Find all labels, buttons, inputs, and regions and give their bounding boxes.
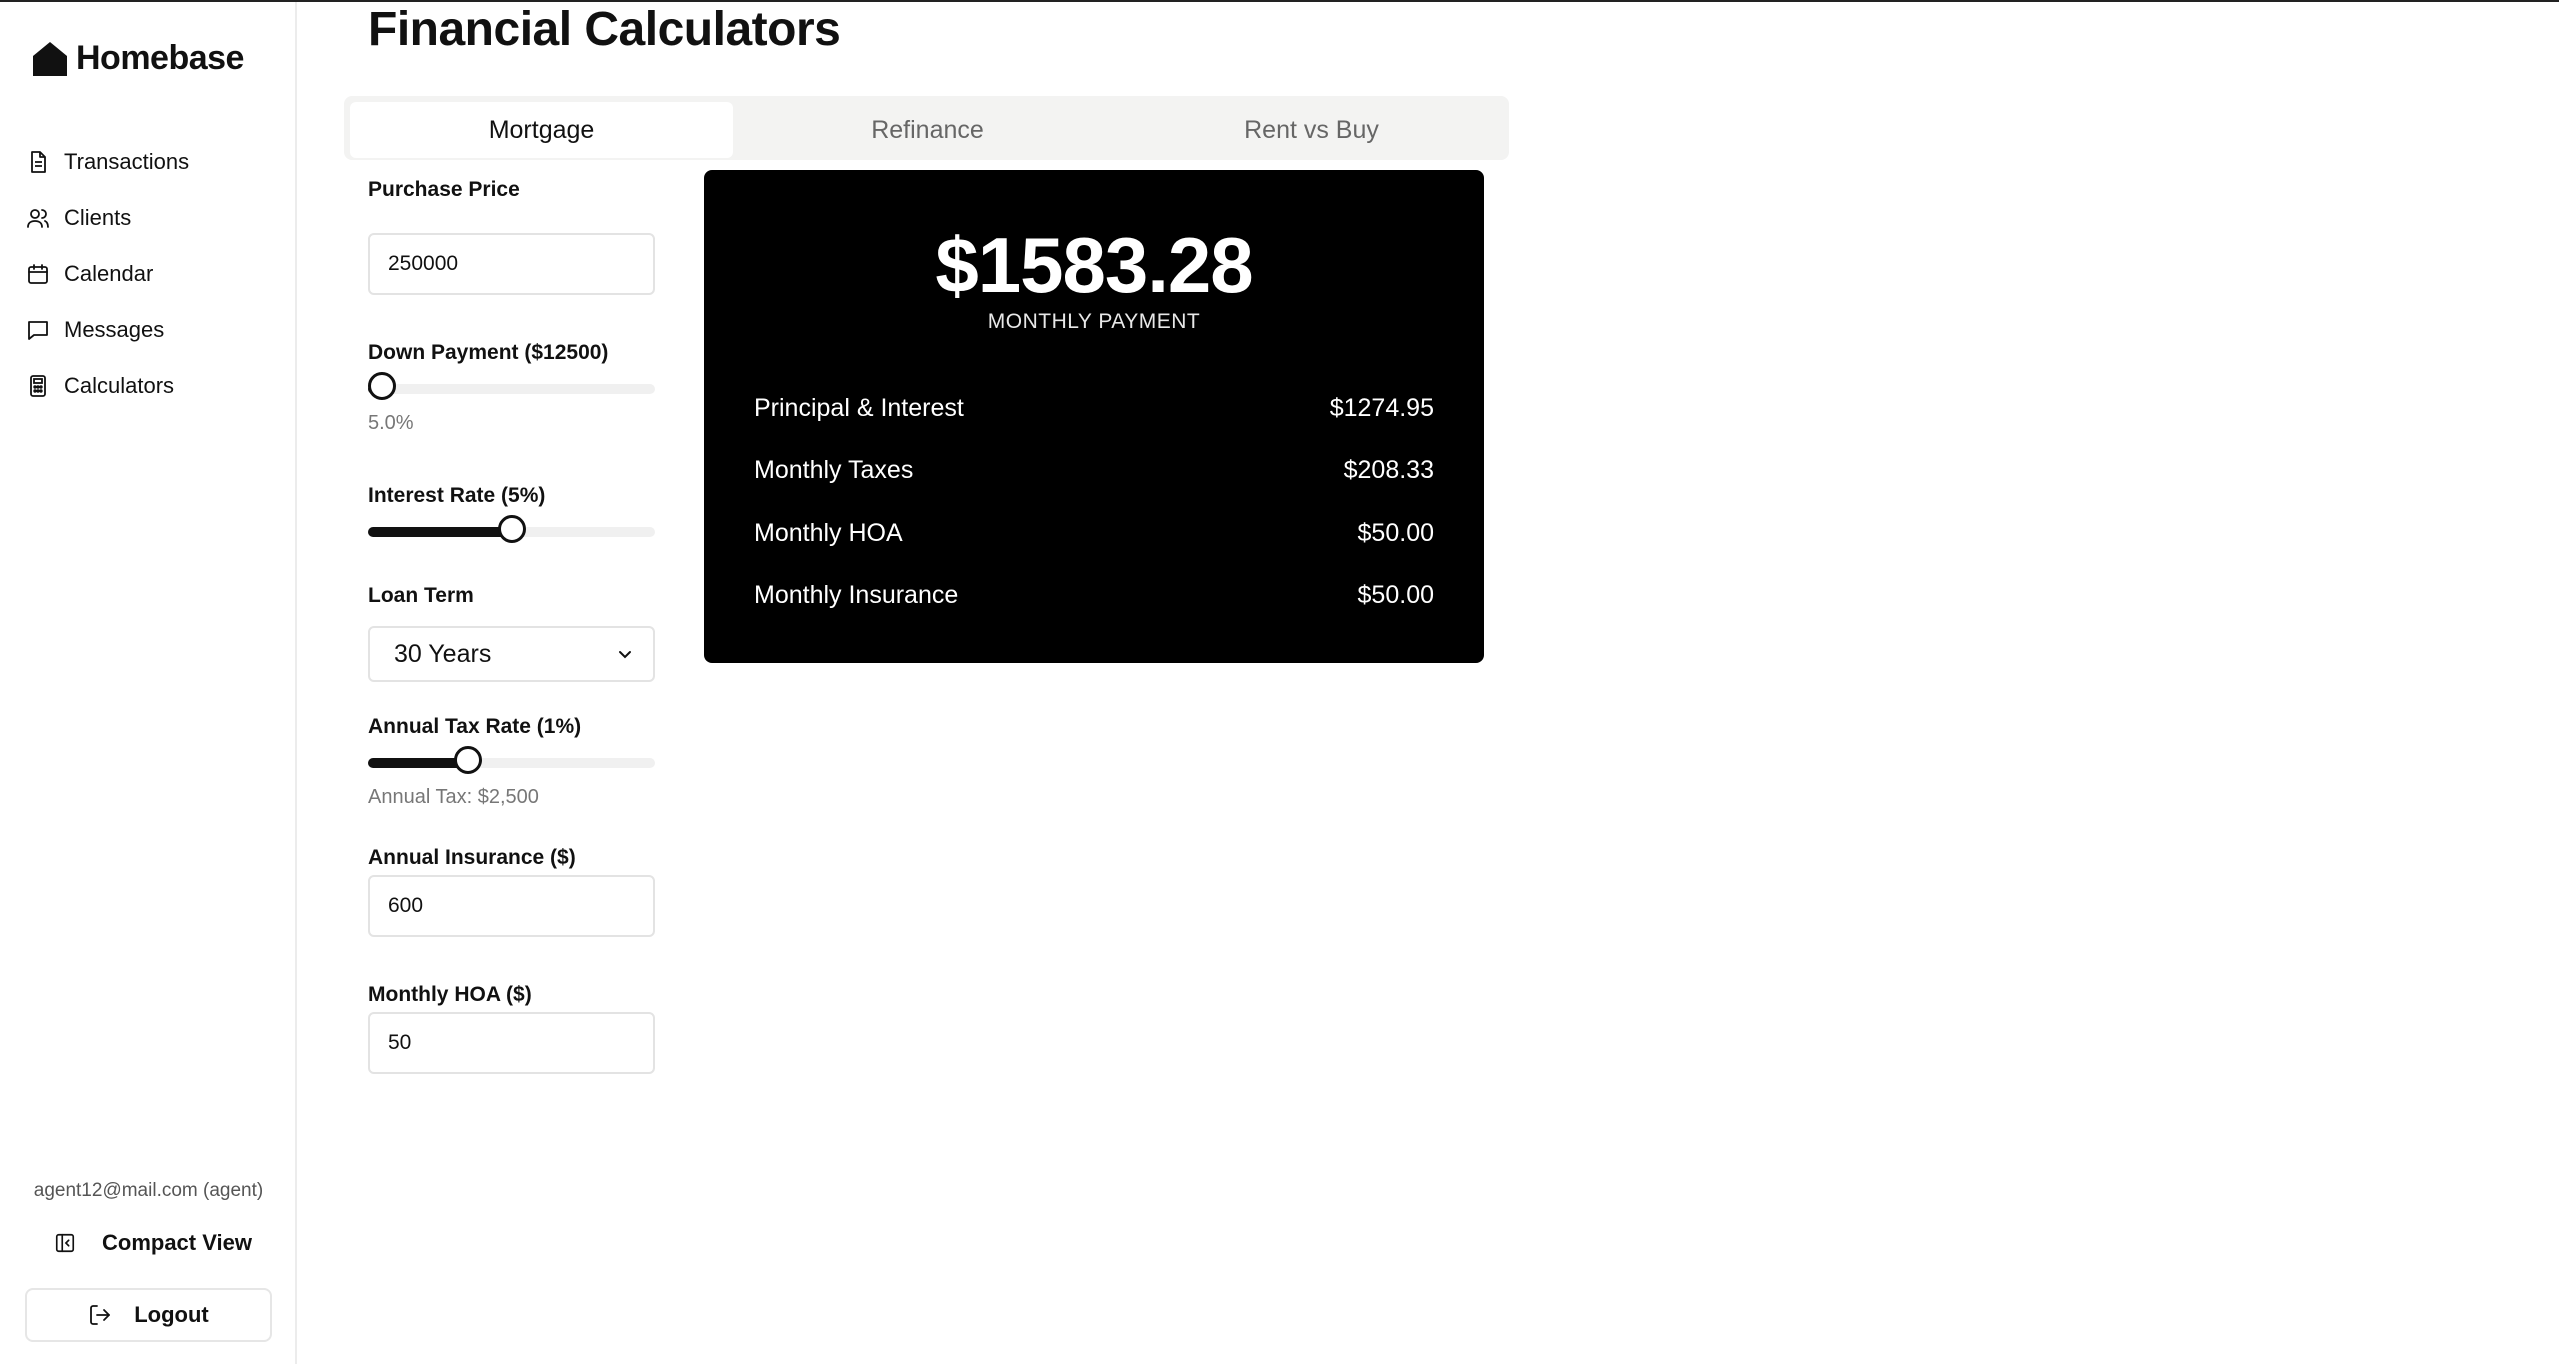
- insurance-label: Annual Insurance ($): [368, 846, 576, 869]
- sidebar: Homebase Transactions Clients Calendar M…: [0, 2, 297, 1364]
- slider-fill: [368, 758, 469, 768]
- sidebar-item-clients[interactable]: Clients: [26, 190, 189, 246]
- sidebar-item-label: Messages: [64, 317, 165, 342]
- purchase-price-label: Purchase Price: [368, 178, 520, 201]
- users-icon: [27, 209, 49, 228]
- chevron-down-icon: [619, 651, 631, 659]
- purchase-price-input[interactable]: 250000: [368, 233, 655, 295]
- loan-term-value: 30 Years: [394, 639, 492, 668]
- tab-rent-vs-buy[interactable]: Rent vs Buy: [1120, 102, 1503, 158]
- loan-term-select[interactable]: 30 Years: [368, 626, 655, 682]
- breakdown-row-principal: Principal & Interest $1274.95: [754, 388, 1434, 428]
- hoa-label: Monthly HOA ($): [368, 983, 532, 1006]
- loan-term-label: Loan Term: [368, 584, 474, 607]
- breakdown-row-insurance: Monthly Insurance $50.00: [754, 575, 1434, 615]
- tax-rate-slider[interactable]: [368, 746, 655, 774]
- breakdown-row-hoa: Monthly HOA $50.00: [754, 513, 1434, 553]
- sidebar-item-label: Calendar: [64, 261, 154, 286]
- page-title: Financial Calculators: [368, 3, 841, 56]
- sidebar-item-transactions[interactable]: Transactions: [26, 134, 189, 190]
- tax-rate-label: Annual Tax Rate (1%): [368, 715, 582, 738]
- sidebar-item-calendar[interactable]: Calendar: [26, 246, 189, 302]
- breakdown-value: $50.00: [1357, 518, 1434, 547]
- breakdown-value: $1274.95: [1329, 393, 1434, 422]
- slider-thumb[interactable]: [497, 515, 526, 543]
- tab-refinance[interactable]: Refinance: [736, 102, 1119, 158]
- down-payment-slider[interactable]: [368, 372, 655, 400]
- collapse-sidebar-icon: [55, 1233, 75, 1253]
- calculator-icon: [30, 375, 46, 397]
- slider-thumb[interactable]: [454, 746, 483, 774]
- breakdown-label: Monthly Taxes: [754, 455, 914, 484]
- breakdown-value: $50.00: [1357, 580, 1434, 609]
- house-icon: [33, 42, 67, 76]
- sidebar-item-label: Transactions: [64, 149, 190, 174]
- monthly-payment-card: $1583.28 MONTHLY PAYMENT Principal & Int…: [704, 170, 1484, 663]
- down-payment-percent: 5.0%: [368, 412, 414, 434]
- sidebar-nav: Transactions Clients Calendar Messages C…: [26, 134, 189, 414]
- interest-rate-slider[interactable]: [368, 515, 655, 543]
- monthly-payment-caption: MONTHLY PAYMENT: [987, 310, 1201, 333]
- hoa-input[interactable]: 50: [368, 1012, 655, 1074]
- annual-tax-text: Annual Tax: $2,500: [368, 786, 539, 808]
- breakdown-row-taxes: Monthly Taxes $208.33: [754, 450, 1434, 490]
- sidebar-item-label: Calculators: [64, 373, 175, 398]
- monthly-payment-amount: $1583.28: [935, 221, 1253, 309]
- logout-button[interactable]: Logout: [25, 1288, 272, 1342]
- sidebar-item-calculators[interactable]: Calculators: [26, 358, 189, 414]
- interest-rate-label: Interest Rate (5%): [368, 484, 546, 507]
- breakdown-label: Monthly HOA: [754, 518, 903, 547]
- logout-icon: [90, 1305, 111, 1325]
- user-email: agent12@mail.com (agent): [33, 1180, 264, 1201]
- down-payment-label: Down Payment ($12500): [368, 341, 609, 364]
- calendar-icon: [28, 264, 48, 284]
- tab-mortgage[interactable]: Mortgage: [350, 102, 733, 158]
- sidebar-item-messages[interactable]: Messages: [26, 302, 189, 358]
- document-icon: [31, 151, 46, 173]
- brand-logo[interactable]: Homebase: [30, 38, 244, 78]
- brand-name: Homebase: [76, 38, 244, 77]
- breakdown-value: $208.33: [1343, 455, 1434, 484]
- breakdown-label: Monthly Insurance: [754, 580, 959, 609]
- slider-fill: [368, 527, 512, 537]
- calculator-tabs: Mortgage Refinance Rent vs Buy: [344, 96, 1509, 160]
- compact-view-button[interactable]: Compact View: [54, 1230, 252, 1256]
- logout-label: Logout: [134, 1302, 209, 1327]
- slider-thumb[interactable]: [368, 372, 397, 400]
- compact-view-label: Compact View: [102, 1230, 252, 1255]
- breakdown-label: Principal & Interest: [754, 393, 964, 422]
- sidebar-item-label: Clients: [64, 205, 132, 230]
- insurance-input[interactable]: 600: [368, 875, 655, 937]
- message-icon: [28, 321, 48, 340]
